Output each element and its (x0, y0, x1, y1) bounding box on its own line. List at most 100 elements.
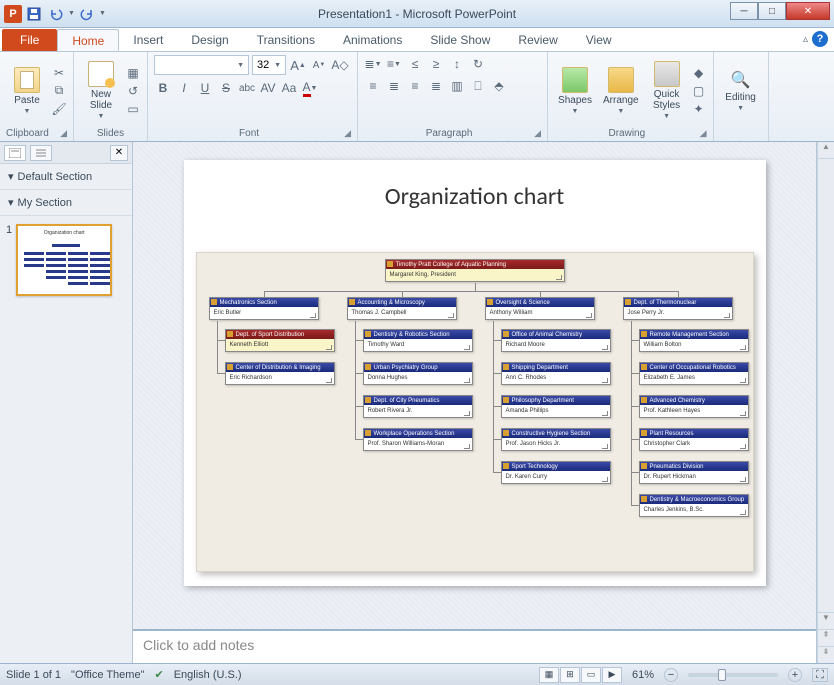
copy-icon[interactable]: ⧉ (51, 83, 67, 99)
qat-customize-icon[interactable]: ▼ (99, 10, 106, 17)
slide-thumbnail-row[interactable]: 1 Organization chart (0, 216, 132, 304)
editing-button[interactable]: 🔍 Editing ▼ (720, 55, 762, 126)
slide[interactable]: Organization chart Timothy Pratt College… (184, 160, 766, 586)
line-spacing-icon[interactable]: ↕ (448, 55, 466, 73)
save-icon[interactable] (24, 4, 44, 24)
org-node[interactable]: Dentistry & Robotics SectionTimothy Ward (363, 329, 473, 352)
paste-button[interactable]: Paste ▼ (6, 65, 48, 117)
normal-view-icon[interactable]: ▦ (539, 667, 559, 683)
org-node[interactable]: Advanced ChemistryProf. Kathleen Hayes (639, 395, 749, 418)
slide-title[interactable]: Organization chart (184, 182, 766, 211)
clear-format-icon[interactable]: A◇ (331, 56, 349, 74)
org-node[interactable]: Dept. of Sport DistributionKenneth Ellio… (225, 329, 335, 352)
drawing-launcher-icon[interactable]: ◢ (700, 128, 707, 139)
org-node[interactable]: Workplace Operations SectionProf. Sharon… (363, 428, 473, 451)
smartart-icon[interactable]: ⬘ (490, 77, 508, 95)
bullets-icon[interactable]: ≣▼ (364, 55, 382, 73)
shape-fill-icon[interactable]: ◆ (691, 65, 707, 81)
org-node[interactable]: Oversight & ScienceAnthony William (485, 297, 595, 320)
org-chart[interactable]: Timothy Pratt College of Aquatic Plannin… (196, 252, 754, 572)
tab-animations[interactable]: Animations (329, 29, 416, 51)
underline-button[interactable]: U (196, 79, 214, 97)
paragraph-launcher-icon[interactable]: ◢ (534, 128, 541, 139)
org-node[interactable]: Office of Animal ChemistryRichard Moore (501, 329, 611, 352)
org-node[interactable]: Plant ResourcesChristopher Clark (639, 428, 749, 451)
zoom-in-icon[interactable]: + (788, 668, 802, 682)
arrange-button[interactable]: Arrange▼ (599, 65, 643, 117)
org-node[interactable]: Accounting & MicroscopyThomas J. Campbel… (347, 297, 457, 320)
shadow-button[interactable]: abc (238, 79, 256, 97)
layout-icon[interactable]: ▦ (125, 65, 141, 81)
bold-button[interactable]: B (154, 79, 172, 97)
org-node[interactable]: Remote Management SectionWilliam Bolton (639, 329, 749, 352)
quick-styles-button[interactable]: Quick Styles▼ (646, 59, 688, 122)
tab-slideshow[interactable]: Slide Show (416, 29, 504, 51)
org-node[interactable]: Mechatronics SectionEric Butler (209, 297, 319, 320)
clipboard-launcher-icon[interactable]: ◢ (60, 128, 67, 139)
font-launcher-icon[interactable]: ◢ (344, 128, 351, 139)
zoom-out-icon[interactable]: − (664, 668, 678, 682)
undo-dropdown-icon[interactable]: ▼ (68, 10, 75, 17)
status-language[interactable]: English (U.S.) (174, 669, 242, 681)
text-direction-icon[interactable]: ↻ (469, 55, 487, 73)
sorter-view-icon[interactable]: ⊞ (560, 667, 580, 683)
org-node[interactable]: Dept. of Thermonuclear MathematicsJose P… (623, 297, 733, 320)
org-node[interactable]: Center of Occupational RoboticsElizabeth… (639, 362, 749, 385)
scroll-down-icon[interactable]: ▼ (818, 612, 834, 629)
tab-insert[interactable]: Insert (119, 29, 177, 51)
section-default[interactable]: ▾Default Section (0, 164, 132, 190)
help-icon[interactable]: ? (812, 31, 828, 47)
vertical-scrollbar[interactable]: ▲ ▼ ⇞ ⇟ (817, 142, 834, 663)
org-node[interactable]: Dept. of City PneumaticsRobert Rivera Jr… (363, 395, 473, 418)
justify-icon[interactable]: ≣ (427, 77, 445, 95)
scroll-up-icon[interactable]: ▲ (818, 142, 834, 159)
shapes-button[interactable]: Shapes▼ (554, 65, 596, 117)
spellcheck-icon[interactable]: ✔ (154, 668, 163, 681)
new-slide-button[interactable]: New Slide ▼ (80, 59, 122, 122)
org-node[interactable]: Dentistry & Macroeconomics GroupCharles … (639, 494, 749, 517)
prev-slide-icon[interactable]: ⇞ (818, 629, 834, 646)
section-my[interactable]: ▾My Section (0, 190, 132, 216)
org-node[interactable]: Timothy Pratt College of Aquatic Plannin… (385, 259, 565, 282)
org-node[interactable]: Sport TechnologyDr. Karen Curry (501, 461, 611, 484)
minimize-button[interactable]: ─ (730, 2, 758, 20)
cut-icon[interactable]: ✂ (51, 65, 67, 81)
org-node[interactable]: Shipping DepartmentAnn C. Rhodes (501, 362, 611, 385)
decrease-indent-icon[interactable]: ≤ (406, 55, 424, 73)
align-right-icon[interactable]: ≡ (406, 77, 424, 95)
org-node[interactable]: Center of Distribution & ImagingEric Ric… (225, 362, 335, 385)
grow-font-icon[interactable]: A▲ (289, 56, 307, 74)
panel-tab-outline[interactable] (30, 145, 52, 161)
strikethrough-button[interactable]: S (217, 79, 235, 97)
tab-file[interactable]: File (2, 29, 57, 51)
panel-tab-slides[interactable] (4, 145, 26, 161)
shape-outline-icon[interactable]: ▢ (691, 83, 707, 99)
align-left-icon[interactable]: ≡ (364, 77, 382, 95)
align-text-icon[interactable]: ⎕ (469, 77, 487, 95)
columns-icon[interactable]: ▥ (448, 77, 466, 95)
panel-close-button[interactable]: ✕ (110, 145, 128, 161)
maximize-button[interactable]: □ (758, 2, 786, 20)
align-center-icon[interactable]: ≣ (385, 77, 403, 95)
tab-transitions[interactable]: Transitions (243, 29, 329, 51)
slideshow-view-icon[interactable]: ▶ (602, 667, 622, 683)
reading-view-icon[interactable]: ▭ (581, 667, 601, 683)
org-node[interactable]: Philosophy DepartmentAmanda Phillips (501, 395, 611, 418)
shrink-font-icon[interactable]: A▼ (310, 56, 328, 74)
undo-icon[interactable] (46, 4, 66, 24)
tab-home[interactable]: Home (57, 29, 119, 51)
char-spacing-icon[interactable]: AV (259, 79, 277, 97)
increase-indent-icon[interactable]: ≥ (427, 55, 445, 73)
reset-icon[interactable]: ↺ (125, 83, 141, 99)
slide-thumbnail[interactable]: Organization chart (16, 224, 112, 296)
zoom-level[interactable]: 61% (632, 669, 654, 681)
tab-design[interactable]: Design (177, 29, 242, 51)
fit-window-icon[interactable]: ⛶ (812, 668, 828, 682)
next-slide-icon[interactable]: ⇟ (818, 646, 834, 663)
zoom-slider[interactable] (688, 673, 778, 677)
shape-effects-icon[interactable]: ✦ (691, 101, 707, 117)
font-name-combo[interactable]: ▼ (154, 55, 249, 75)
format-painter-icon[interactable]: 🖌 (51, 101, 67, 117)
notes-pane[interactable]: Click to add notes (133, 629, 816, 663)
close-button[interactable]: ✕ (786, 2, 830, 20)
